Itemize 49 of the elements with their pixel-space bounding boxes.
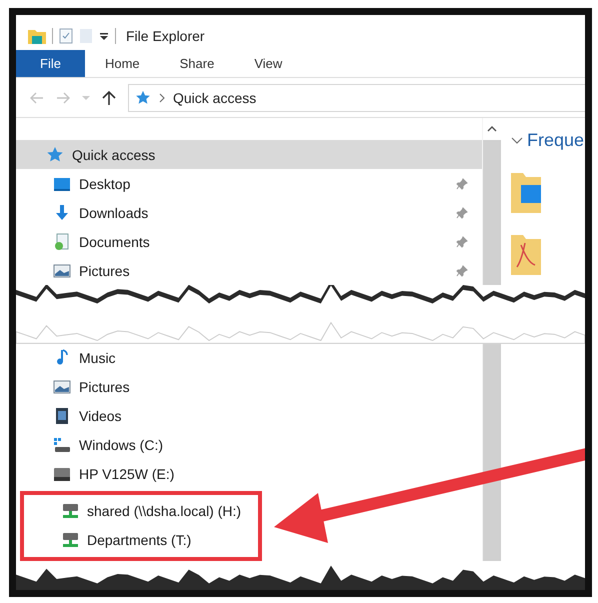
- recent-dropdown-button[interactable]: [82, 94, 90, 101]
- network-drive-icon: [61, 502, 79, 520]
- properties-icon[interactable]: [59, 28, 73, 44]
- up-button[interactable]: [102, 90, 116, 106]
- network-drive-icon: [61, 531, 79, 550]
- dropdown-icon[interactable]: [99, 30, 109, 41]
- nav-item[interactable]: Desktop: [16, 169, 482, 198]
- new-folder-icon[interactable]: [79, 28, 93, 44]
- ribbon-tab[interactable]: File: [16, 50, 85, 78]
- nav-item[interactable]: shared (\\dsha.local) (H:): [24, 496, 258, 526]
- window-title: File Explorer: [126, 28, 205, 44]
- scrollbar[interactable]: [482, 118, 501, 286]
- download-arrow-icon: [53, 204, 71, 222]
- pictures-icon: [53, 262, 71, 280]
- group-title: Freque: [527, 130, 584, 152]
- folder-icon: [28, 28, 46, 44]
- nav-item[interactable]: Departments (T:): [24, 526, 258, 555]
- pin-icon: [456, 236, 468, 248]
- address-path: Quick access: [173, 90, 256, 106]
- chevron-down-icon: [511, 136, 523, 145]
- ribbon-tab[interactable]: View: [234, 50, 302, 78]
- ribbon-tab[interactable]: Home: [84, 50, 160, 78]
- nav-item[interactable]: Documents: [16, 227, 482, 256]
- nav-item[interactable]: Music: [16, 344, 482, 373]
- star-icon: [135, 90, 151, 106]
- documents-icon: [53, 232, 71, 251]
- scrollbar[interactable]: [482, 344, 501, 561]
- chevron-icon: [159, 92, 165, 103]
- ribbon-tab[interactable]: Share: [160, 50, 234, 78]
- nav-item[interactable]: Quick access: [16, 140, 482, 170]
- system-drive-icon: [53, 436, 71, 454]
- address-bar[interactable]: Quick access: [128, 84, 585, 112]
- pin-icon: [456, 206, 468, 219]
- film-icon: [53, 407, 71, 426]
- back-button[interactable]: [30, 92, 44, 104]
- nav-item[interactable]: Downloads: [16, 198, 482, 228]
- nav-item[interactable]: Windows (C:): [16, 430, 482, 460]
- pictures-icon: [53, 378, 71, 396]
- nav-item[interactable]: Pictures: [16, 372, 482, 402]
- drive-icon: [53, 465, 71, 484]
- pin-icon: [456, 264, 468, 277]
- star-icon: [46, 146, 64, 164]
- nav-item[interactable]: HP V125W (E:): [16, 460, 482, 489]
- nav-item[interactable]: Pictures: [16, 256, 482, 286]
- group-header[interactable]: Freque: [511, 130, 585, 152]
- scroll-up-icon: [487, 126, 497, 132]
- nav-item[interactable]: Videos: [16, 402, 482, 431]
- pin-icon: [456, 178, 468, 190]
- forward-button[interactable]: [56, 92, 70, 104]
